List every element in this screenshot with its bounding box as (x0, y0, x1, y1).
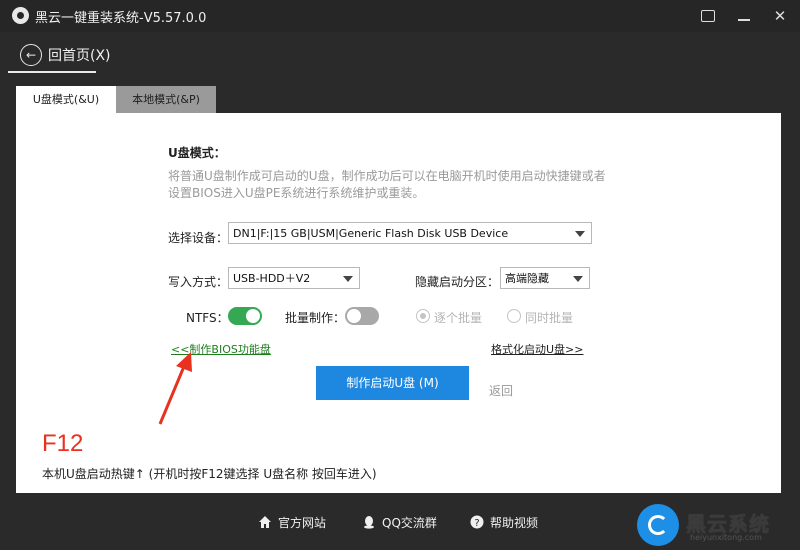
chevron-down-icon (573, 276, 583, 282)
back-arrow-icon: ← (20, 44, 42, 66)
title-bar: 黑云一键重装系统-V5.57.0.0 ✕ (0, 0, 800, 32)
mode-title: U盘模式： (168, 146, 226, 160)
chevron-down-icon (343, 276, 353, 282)
hidden-partition-value: 高端隐藏 (505, 272, 549, 285)
minimize-button[interactable] (732, 4, 756, 28)
make-boot-usb-button[interactable]: 制作启动U盘 (M) (316, 366, 469, 400)
batch-make-label: 批量制作： (285, 311, 346, 325)
device-select[interactable]: DN1|F:|15 GB|USM|Generic Flash Disk USB … (228, 222, 592, 244)
nav-bar: ← 回首页(X) (0, 32, 800, 76)
back-home-label: 回首页(X) (48, 48, 111, 64)
hidden-partition-label: 隐藏启动分区： (415, 275, 500, 289)
radio-simultaneous[interactable] (507, 309, 521, 323)
app-title: 黑云一键重装系统-V5.57.0.0 (35, 11, 207, 26)
write-mode-label: 写入方式： (168, 275, 229, 289)
app-logo-icon (12, 7, 29, 24)
official-site-label: 官方网站 (278, 516, 327, 530)
tab-usb-mode[interactable]: U盘模式(&U) (16, 86, 116, 113)
red-arrow-icon (158, 352, 192, 425)
home-icon (259, 516, 271, 528)
qq-group-label: QQ交流群 (382, 516, 437, 530)
return-link[interactable]: 返回 (489, 382, 513, 399)
tab-local-mode[interactable]: 本地模式(&P) (116, 86, 216, 113)
close-button[interactable]: ✕ (768, 4, 792, 28)
radio-simultaneous-label: 同时批量 (525, 311, 574, 325)
format-usb-link[interactable]: 格式化启动U盘>> (491, 341, 584, 357)
write-mode-select[interactable]: USB-HDD＋V2 (228, 267, 360, 289)
official-site-link[interactable]: 官方网站 (258, 514, 326, 531)
ntfs-label: NTFS： (186, 311, 229, 325)
qq-group-link[interactable]: QQ交流群 (362, 514, 437, 531)
help-video-link[interactable]: ? 帮助视频 (470, 514, 538, 531)
radio-one-by-one[interactable] (416, 309, 430, 323)
help-icon: ? (470, 515, 484, 529)
qq-icon (364, 516, 374, 529)
ntfs-toggle[interactable] (228, 307, 262, 325)
radio-one-by-one-label: 逐个批量 (434, 311, 483, 325)
device-select-value: DN1|F:|15 GB|USM|Generic Flash Disk USB … (233, 227, 509, 240)
write-mode-value: USB-HDD＋V2 (233, 272, 311, 285)
batch-make-toggle[interactable] (345, 307, 379, 325)
mode-description: 将普通U盘制作成可启动的U盘，制作成功后可以在电脑开机时使用启动快捷键或者设置B… (168, 169, 606, 200)
brand-logo-icon (637, 504, 679, 546)
brand-url: heiyunxitong.com (690, 533, 762, 542)
help-video-label: 帮助视频 (490, 516, 539, 530)
svg-text:?: ? (474, 518, 479, 529)
nav-underline (8, 71, 96, 73)
chevron-down-icon (575, 231, 585, 237)
back-home-button[interactable]: ← 回首页(X) (18, 42, 148, 72)
device-label: 选择设备： (168, 231, 229, 245)
hotkey-value: F12 (42, 430, 84, 457)
skin-icon[interactable] (696, 4, 720, 28)
hotkey-hint: 本机U盘启动热键↑ (开机时按F12键选择 U盘名称 按回车进入) (42, 467, 377, 481)
hidden-partition-select[interactable]: 高端隐藏 (500, 267, 590, 289)
